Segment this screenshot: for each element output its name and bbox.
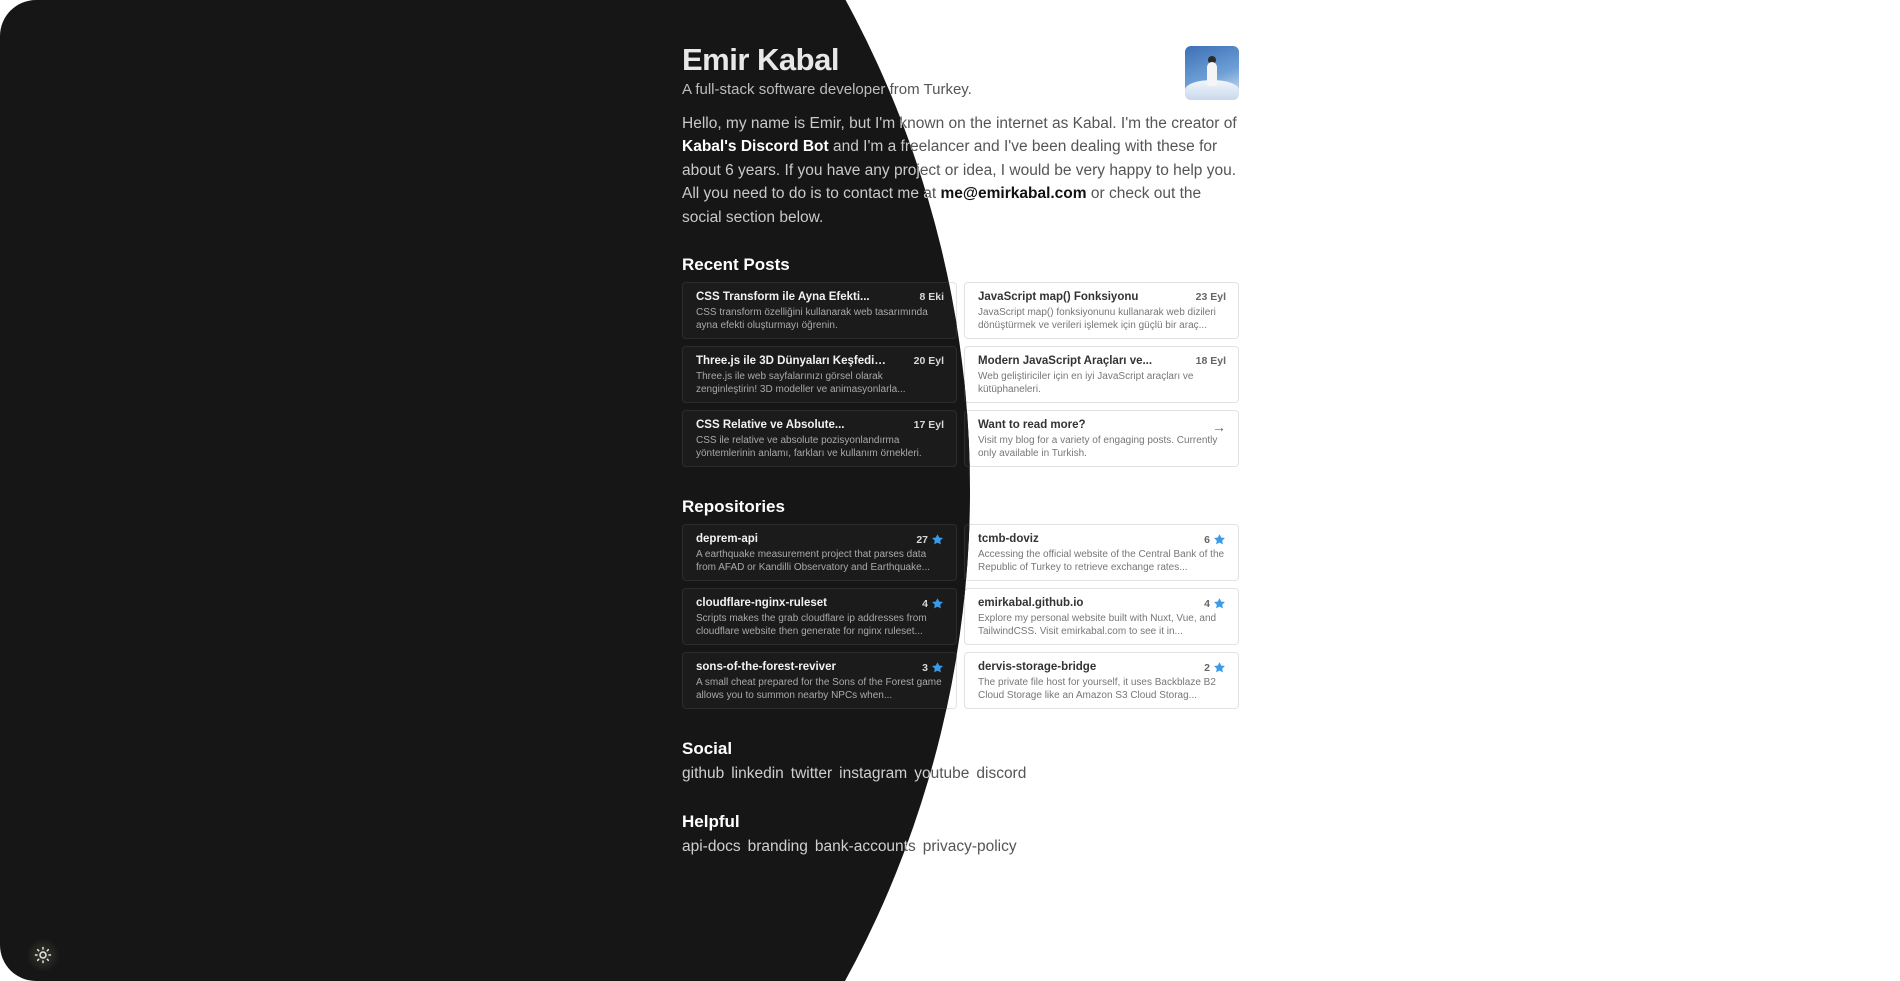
repo-name: deprem-api [696, 533, 758, 545]
repo-stars: 6 [1204, 533, 1226, 546]
post-title: CSS Relative ve Absolute... [696, 419, 845, 431]
post-date: 23 Eyl [1195, 291, 1226, 303]
helpful-link-api-docs[interactable]: api-docs [682, 838, 741, 856]
recent-posts-title: Recent Posts [682, 255, 790, 274]
profile-name: Emir Kabal [682, 42, 839, 77]
read-more-title: Want to read more? [978, 419, 1086, 431]
theme-toggle-button[interactable] [26, 938, 60, 972]
post-date: 8 Eki [919, 291, 944, 303]
star-count: 4 [922, 597, 928, 610]
post-card[interactable]: CSS Transform ile Ayna Efekti... 8 Eki CSS… [682, 282, 957, 339]
post-title: CSS Transform ile Ayna Efekti... [696, 291, 870, 303]
post-title: JavaScript map() Fonksiyonu [978, 291, 1139, 303]
repo-card[interactable]: emirkabal.github.io 4 Explore my personal … [964, 588, 1239, 645]
email-link[interactable]: me@emirkabal.com [940, 185, 1086, 202]
post-card[interactable]: Modern JavaScript Araçları ve... 18 EylWe… [964, 346, 1239, 403]
post-desc: CSS ile relative ve absolute pozisyonlan… [696, 435, 922, 459]
post-title: Modern JavaScript Araçları ve... [978, 355, 1153, 367]
read-more-desc: Visit my blog for a variety of engaging … [978, 435, 1218, 459]
read-more-card[interactable]: Want to read more? →Visit my blog for a v… [964, 410, 1239, 467]
repo-desc: Accessing the official website of the Ce… [978, 549, 1225, 573]
star-icon [1214, 598, 1225, 609]
repo-name: emirkabal.github.io [978, 597, 1084, 609]
social-title: Social [682, 739, 733, 758]
repo-stars: 3 [922, 661, 944, 674]
repo-card[interactable]: dervis-storage-bridge 2 The private file h… [964, 652, 1239, 709]
repo-card[interactable]: cloudflare-nginx-ruleset 4 Scripts makes t… [682, 588, 957, 645]
star-count: 2 [1204, 661, 1210, 674]
repo-stars: 4 [1204, 597, 1226, 610]
discord-bot-link[interactable]: Kabal's Discord Bot [682, 138, 829, 155]
star-count: 6 [1204, 533, 1210, 546]
post-desc: CSS transform özelliğini kullanarak web … [696, 307, 928, 331]
post-date: 18 Eyl [1195, 355, 1226, 367]
repo-desc: Scripts makes the grab cloudflare ip add… [696, 613, 927, 637]
helpful-link-branding[interactable]: branding [748, 838, 808, 856]
repo-card[interactable]: sons-of-the-forest-reviver 3 A small cheat… [682, 652, 957, 709]
repo-card[interactable]: deprem-api 27 A earthquake measurement pro… [682, 524, 957, 581]
star-count: 3 [922, 661, 928, 674]
repo-stars: 27 [916, 533, 944, 546]
post-date: 17 Eyl [913, 419, 944, 431]
post-card[interactable]: Three.js ile 3D Dünyaları Keşfedin:... 20… [682, 346, 957, 403]
repo-desc: Explore my personal website built with N… [978, 613, 1217, 637]
repo-name: tcmb-doviz [978, 533, 1039, 545]
repo-desc: The private file host for yourself, it u… [978, 677, 1216, 701]
star-count: 4 [1204, 597, 1210, 610]
repo-stars: 4 [922, 597, 944, 610]
repo-desc: A small cheat prepared for the Sons of t… [696, 677, 942, 701]
repo-stars: 2 [1204, 661, 1226, 674]
social-link-twitter[interactable]: twitter [791, 765, 832, 783]
repo-card[interactable]: tcmb-doviz 6 Accessing the official websit… [964, 524, 1239, 581]
repo-name: sons-of-the-forest-reviver [696, 661, 836, 673]
post-card[interactable]: JavaScript map() Fonksiyonu 23 Eyl JavaScr… [964, 282, 1239, 339]
helpful-link-privacy-policy[interactable]: privacy-policy [923, 838, 1017, 856]
star-icon [932, 598, 943, 609]
post-card[interactable]: CSS Relative ve Absolute... 17 Eyl CSS ile… [682, 410, 957, 467]
helpful-title: Helpful [682, 812, 740, 831]
repo-name: dervis-storage-bridge [978, 661, 1097, 673]
social-link-linkedin[interactable]: linkedin [731, 765, 784, 783]
star-icon [1214, 534, 1225, 545]
repositories-title: Repositories [682, 497, 785, 516]
avatar [1185, 46, 1239, 100]
sun-icon [34, 946, 52, 964]
arrow-right-icon: → [1212, 419, 1226, 435]
star-icon [932, 534, 943, 545]
post-desc: Web geliştiriciler için en iyi JavaScrip… [978, 371, 1194, 395]
post-date: 20 Eyl [913, 355, 944, 367]
repo-desc: A earthquake measurement project that pa… [696, 549, 930, 573]
repo-name: cloudflare-nginx-ruleset [696, 597, 827, 609]
social-link-instagram[interactable]: instagram [839, 765, 907, 783]
star-icon [1214, 662, 1225, 673]
post-title: Three.js ile 3D Dünyaları Keşfedin:... [696, 355, 891, 367]
social-link-github[interactable]: github [682, 765, 724, 783]
post-desc: JavaScript map() fonksiyonunu kullanarak… [978, 307, 1216, 331]
social-link-discord[interactable]: discord [976, 765, 1026, 783]
page: Emir Kabal A full-stack software develop… [0, 0, 1900, 981]
star-count: 27 [916, 533, 928, 546]
star-icon [932, 662, 943, 673]
post-desc: Three.js ile web sayfalarınızı görsel ol… [696, 371, 906, 395]
helpful-link-bank-accounts[interactable]: bank-accounts [815, 838, 916, 856]
